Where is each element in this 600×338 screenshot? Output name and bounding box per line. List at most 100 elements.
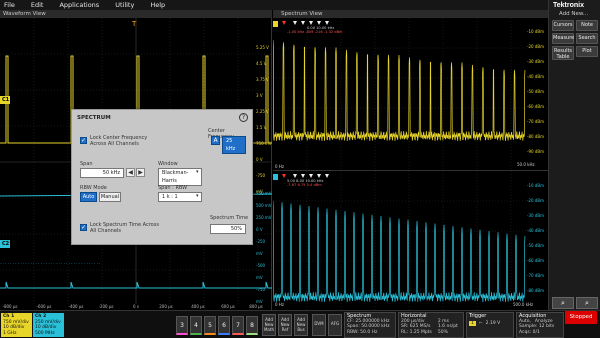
spectrum-view-title: Spectrum View bbox=[273, 10, 548, 18]
db-label: -30 dBm bbox=[527, 213, 544, 218]
span-field[interactable]: 50 kHz bbox=[80, 168, 124, 178]
rbw-manual-button[interactable]: Manual bbox=[99, 192, 121, 202]
menu-applications[interactable]: Applications bbox=[51, 0, 107, 10]
ch2-scale-label: 250 mV bbox=[256, 215, 272, 220]
time-label: -600 µs bbox=[36, 304, 52, 309]
horizontal-info-line: 50% bbox=[437, 329, 448, 335]
add-new-label[interactable]: Add New... bbox=[559, 11, 588, 17]
spectrum-info[interactable]: Spectrum CF: 25.000000 kHz Span: 50.0000… bbox=[344, 312, 396, 338]
measure-button[interactable]: Measure bbox=[552, 33, 574, 44]
freq-end-label: 50.0 kHz bbox=[517, 162, 535, 167]
search-button[interactable]: Search bbox=[576, 33, 598, 44]
span-increase-button[interactable]: ▶ bbox=[136, 168, 145, 177]
db-label: -20 dBm bbox=[527, 44, 544, 49]
spectrum-db-scale-top: -10 dBm -20 dBm -30 dBm -40 dBm -50 dBm … bbox=[527, 24, 547, 159]
plot-button[interactable]: Plot bbox=[576, 46, 598, 57]
add-new-ref-button[interactable]: Add New Ref bbox=[278, 314, 292, 336]
svg-text:T: T bbox=[131, 20, 137, 28]
horizontal-info[interactable]: Horizontal 200 µs/div SR: 625 MS/s RL: 1… bbox=[398, 312, 464, 338]
ch4-button[interactable]: 4 bbox=[190, 316, 202, 335]
add-new-bus-button[interactable]: Add New Bus bbox=[294, 314, 308, 336]
chevron-down-icon: ▾ bbox=[196, 169, 199, 175]
spectrum-db-scale-bottom: -10 dBm -20 dBm -30 dBm -40 dBm -50 dBm … bbox=[527, 178, 547, 298]
db-label: -40 dBm bbox=[527, 74, 544, 79]
db-label: -50 dBm bbox=[527, 243, 544, 248]
horizontal-info-line: 1.6 ns/pt bbox=[437, 324, 458, 330]
waveform-view-title: Waveform View bbox=[0, 10, 272, 18]
ch3-button[interactable]: 3 bbox=[176, 316, 188, 335]
span-decrease-button[interactable]: ◀ bbox=[126, 168, 135, 177]
ch1-badge[interactable]: Ch 1 750 mV/div 10 dB/div 1 GHz bbox=[1, 313, 32, 337]
dialog-title: SPECTRUM bbox=[77, 115, 111, 121]
spectrum-plot-ch1[interactable]: -1.00 kHz -809 -216 -1.32 dBm 0.00 10.00… bbox=[273, 18, 548, 170]
status-bar: Ch 1 750 mV/div 10 dB/div 1 GHz Ch 2 250… bbox=[0, 310, 600, 338]
spectrum-time-label: Spectrum Time bbox=[210, 215, 249, 221]
center-freq-knob-icon[interactable]: A bbox=[211, 136, 220, 145]
time-label: -200 µs bbox=[98, 304, 114, 309]
span-rbw-label: Span : RBW bbox=[158, 185, 188, 191]
trigger-info-title: Trigger bbox=[469, 313, 487, 319]
ch2-scale-label: 0 V bbox=[256, 227, 263, 232]
zoom-icon[interactable]: ⌕ bbox=[552, 297, 574, 309]
ch2-badge[interactable]: Ch 2 250 mV/div 10 dB/div 500 MHz bbox=[33, 313, 64, 337]
brand-logo: Tektronix bbox=[553, 2, 584, 9]
spectrum-info-line: RBW: 50.0 Hz bbox=[347, 329, 378, 335]
menu-utility[interactable]: Utility bbox=[107, 0, 142, 10]
add-new-math-button[interactable]: Add New Math bbox=[262, 314, 276, 336]
ch1-scale-label: 0 V bbox=[256, 157, 263, 162]
svg-text:· · · · · · · · · · · · · · ·: · · · · · · · · · · · · · · · · · · · · … bbox=[0, 261, 100, 266]
db-label: -20 dBm bbox=[527, 198, 544, 203]
ch5-button[interactable]: 5 bbox=[204, 316, 216, 335]
chevron-down-icon: ▾ bbox=[196, 193, 199, 199]
db-label: -40 dBm bbox=[527, 228, 544, 233]
db-label: -10 dBm bbox=[527, 29, 544, 34]
ch1-marker[interactable]: C1 bbox=[2, 97, 9, 103]
ch7-button[interactable]: 7 bbox=[232, 316, 244, 335]
ch1-scale-label: 750 mV bbox=[256, 141, 272, 146]
menu-edit[interactable]: Edit bbox=[23, 0, 52, 10]
spectrum-plot-ch2[interactable]: 5.00 8.00 10.00 kHz -7.67 6.75 5.4 dBm bbox=[273, 171, 548, 310]
ch1-scale-label: 2.25 V bbox=[256, 109, 269, 114]
ch6-button[interactable]: 6 bbox=[218, 316, 230, 335]
ch1-scale-label: 3 V bbox=[256, 93, 263, 98]
cursors-button[interactable]: Cursors bbox=[552, 20, 574, 31]
rbw-auto-button[interactable]: Auto bbox=[80, 192, 97, 202]
results-table-button[interactable]: Results Table bbox=[552, 46, 574, 60]
dvm-button[interactable]: DVM bbox=[312, 314, 326, 336]
ch2-marker[interactable]: C2 bbox=[2, 241, 9, 247]
freq-end-bottom-label: 500.0 kHz bbox=[513, 302, 534, 307]
acquisition-info[interactable]: Acquisition Auto, Analyze Sample: 12 bit… bbox=[516, 312, 564, 338]
trigger-info[interactable]: Trigger 1 ⌐ 2.19 V bbox=[466, 312, 514, 338]
center-freq-field[interactable]: 25 kHz bbox=[222, 136, 246, 154]
lock-center-checkbox[interactable]: ✓ bbox=[80, 137, 87, 144]
help-icon[interactable]: ? bbox=[239, 113, 248, 122]
rising-edge-icon: ⌐ bbox=[478, 321, 483, 327]
freq-start-label: 0 Hz bbox=[275, 302, 284, 307]
db-label: -10 dBm bbox=[527, 183, 544, 188]
afg-button[interactable]: AFG bbox=[328, 314, 342, 336]
db-label: -80 dBm bbox=[527, 134, 544, 139]
window-label: Window bbox=[158, 161, 178, 167]
menu-bar: File Edit Applications Utility Help bbox=[0, 0, 548, 10]
ch8-button[interactable]: 8 bbox=[246, 316, 258, 335]
stopped-button[interactable]: Stopped bbox=[565, 311, 597, 324]
search-icon[interactable]: ⌕ bbox=[576, 297, 598, 309]
spectrum-info-line: Span: 50.0000 kHz bbox=[347, 324, 390, 330]
horizontal-info-line: RL: 1.25 Mpts bbox=[401, 329, 432, 335]
note-button[interactable]: Note bbox=[576, 20, 598, 31]
menu-help[interactable]: Help bbox=[142, 0, 173, 10]
ch1-scale-label: 3.75 V bbox=[256, 77, 269, 82]
time-label: 600 µs bbox=[221, 304, 235, 309]
spectrum-view[interactable]: Spectrum View -1.00 kHz -809 -216 -1.32 … bbox=[273, 10, 548, 310]
ch2-scale-label: -500 mV bbox=[256, 263, 266, 280]
db-label: -80 dBm bbox=[527, 288, 544, 293]
time-label: 200 µs bbox=[159, 304, 173, 309]
menu-file[interactable]: File bbox=[0, 0, 23, 10]
ch2-scale: 750 mV 500 mV 250 mV 0 V -250 mV -500 mV… bbox=[256, 188, 272, 308]
acquisition-acqs: Acqs: 0/1 bbox=[519, 329, 540, 335]
ch1-scale-label: 5.25 V bbox=[256, 45, 269, 50]
spectrum-time-field[interactable]: 50% bbox=[210, 224, 246, 234]
svg-text:0.00 10.00 kHz: 0.00 10.00 kHz bbox=[307, 26, 334, 30]
lock-spectrum-time-checkbox[interactable]: ✓ bbox=[80, 224, 87, 231]
db-label: -70 dBm bbox=[527, 273, 544, 278]
